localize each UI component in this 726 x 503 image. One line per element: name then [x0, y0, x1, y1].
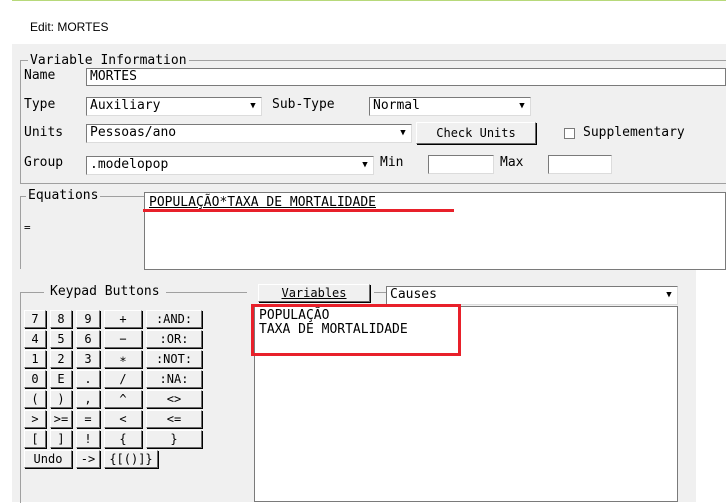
max-label: Max	[500, 155, 524, 170]
min-field[interactable]	[428, 155, 494, 174]
keypad-button[interactable]: ->	[76, 450, 100, 468]
equations-group	[20, 196, 145, 269]
keypad-button[interactable]: !	[76, 430, 100, 448]
subtype-select[interactable]: Normal ▼	[369, 97, 531, 116]
undo-button[interactable]: Undo	[24, 450, 72, 468]
equation-text: POPULAÇÃO*TAXA DE MORTALIDADE	[149, 195, 376, 210]
causes-value: Causes	[390, 287, 437, 302]
keypad-legend: Keypad Buttons	[44, 284, 166, 300]
keypad-button[interactable]: 5	[50, 330, 72, 348]
keypad-button[interactable]: 8	[50, 310, 72, 328]
keypad-button[interactable]: 7	[24, 310, 46, 328]
chevron-down-icon[interactable]: ▼	[515, 99, 529, 113]
causes-select[interactable]: Causes ▼	[386, 286, 678, 305]
keypad-button[interactable]: [	[24, 430, 46, 448]
group-label: Group	[24, 155, 64, 170]
keypad-button[interactable]: 0	[24, 370, 46, 388]
supplementary-checkbox[interactable]	[564, 128, 575, 139]
supplementary-label: Supplementary	[583, 125, 685, 140]
keypad-button[interactable]: >	[24, 410, 46, 428]
name-label: Name	[24, 68, 56, 83]
keypad-button[interactable]: <	[104, 410, 142, 428]
equations-legend: Equations	[26, 188, 101, 204]
keypad-button[interactable]: :AND:	[146, 310, 202, 328]
chevron-down-icon[interactable]: ▼	[396, 126, 410, 140]
keypad-button[interactable]: {[()]}	[104, 450, 158, 468]
chevron-down-icon[interactable]: ▼	[358, 158, 372, 172]
keypad-button[interactable]: 6	[76, 330, 100, 348]
keypad-button[interactable]: )	[50, 390, 72, 408]
variables-divider	[374, 292, 386, 293]
type-select[interactable]: Auxiliary ▼	[86, 97, 262, 116]
type-value: Auxiliary	[90, 98, 161, 113]
keypad-button[interactable]: :NA:	[146, 370, 202, 388]
keypad-button[interactable]: ∗	[104, 350, 142, 368]
keypad-button[interactable]: :NOT:	[146, 350, 202, 368]
variables-button[interactable]: Variables	[258, 284, 370, 302]
subtype-value: Normal	[373, 98, 420, 113]
keypad-button[interactable]: (	[24, 390, 46, 408]
window-titlebar	[12, 0, 726, 47]
keypad-button[interactable]: ,	[76, 390, 100, 408]
keypad-button[interactable]: 4	[24, 330, 46, 348]
keypad-button[interactable]: <=	[146, 410, 202, 428]
keypad-button[interactable]: +	[104, 310, 142, 328]
subtype-label: Sub-Type	[272, 97, 335, 112]
keypad-button[interactable]: E	[50, 370, 72, 388]
equation-editor[interactable]: POPULAÇÃO*TAXA DE MORTALIDADE	[144, 192, 726, 270]
min-label: Min	[380, 155, 404, 170]
keypad-button[interactable]: /	[104, 370, 142, 388]
equals-sign: =	[24, 221, 31, 234]
keypad-button[interactable]: 2	[50, 350, 72, 368]
keypad-button[interactable]: 1	[24, 350, 46, 368]
units-select[interactable]: Pessoas/ano ▼	[86, 124, 412, 143]
keypad-button[interactable]: ]	[50, 430, 72, 448]
name-field[interactable]: MORTES	[86, 68, 726, 86]
keypad-button[interactable]: {	[104, 430, 142, 448]
units-value: Pessoas/ano	[90, 125, 177, 140]
keypad-button[interactable]: −	[104, 330, 142, 348]
check-units-button[interactable]: Check Units	[416, 122, 536, 144]
keypad-button[interactable]: =	[76, 410, 100, 428]
group-value: .modelopop	[90, 157, 169, 172]
variables-highlight-box	[251, 304, 461, 356]
variables-button-label: Variables	[281, 286, 347, 300]
keypad-button[interactable]: <>	[146, 390, 202, 408]
keypad-button[interactable]: .	[76, 370, 100, 388]
max-field[interactable]	[548, 155, 612, 174]
units-label: Units	[24, 125, 64, 140]
keypad-button[interactable]: 9	[76, 310, 100, 328]
keypad-button[interactable]: >=	[50, 410, 72, 428]
name-value: MORTES	[90, 69, 137, 84]
chevron-down-icon[interactable]: ▼	[662, 288, 676, 302]
left-edge	[0, 270, 12, 346]
keypad-button[interactable]: }	[146, 430, 202, 448]
keypad-button[interactable]: ^	[104, 390, 142, 408]
group-select[interactable]: .modelopop ▼	[86, 156, 374, 175]
window-title: Edit: MORTES	[30, 20, 109, 34]
keypad-button[interactable]: :OR:	[146, 330, 202, 348]
type-label: Type	[24, 97, 56, 112]
equation-highlight-underline	[143, 209, 454, 212]
variable-info-legend: Variable Information	[28, 53, 189, 69]
keypad-button[interactable]: 3	[76, 350, 100, 368]
chevron-down-icon[interactable]: ▼	[246, 99, 260, 113]
